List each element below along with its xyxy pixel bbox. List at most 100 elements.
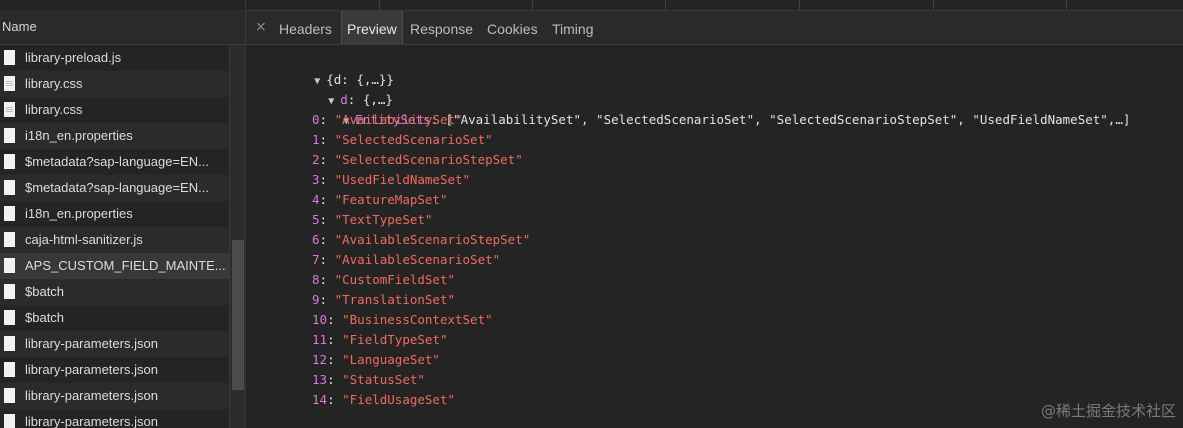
- request-name: library.css: [25, 102, 83, 117]
- entry-value: "SelectedScenarioSet": [334, 132, 493, 147]
- request-row[interactable]: $batch: [0, 305, 229, 331]
- tab-preview[interactable]: Preview: [341, 11, 403, 44]
- entitysets-summary: ["AvailabilitySet", "SelectedScenarioSet…: [445, 112, 1131, 127]
- entry-index: 0: [312, 112, 320, 127]
- entry-index: 7: [312, 252, 320, 267]
- request-row[interactable]: $metadata?sap-language=EN...: [0, 175, 229, 201]
- request-name: library-parameters.json: [25, 362, 158, 377]
- request-row[interactable]: library-preload.js: [0, 45, 229, 71]
- entry-index: 2: [312, 152, 320, 167]
- file-icon: [4, 258, 15, 273]
- entry-value: "SelectedScenarioStepSet": [334, 152, 523, 167]
- request-name: APS_CUSTOM_FIELD_MAINTE...: [25, 258, 225, 273]
- entry-index: 8: [312, 272, 320, 287]
- entry-index: 13: [312, 372, 328, 387]
- tab-response[interactable]: Response: [405, 11, 478, 44]
- detail-tabbar: × Headers Preview Response Cookies Timin…: [246, 11, 1183, 45]
- entry-value: "LanguageSet": [342, 352, 440, 367]
- request-row[interactable]: library-parameters.json: [0, 357, 229, 383]
- entry-value: "CustomFieldSet": [334, 272, 456, 287]
- request-name: library-parameters.json: [25, 414, 158, 428]
- file-icon: [4, 128, 15, 143]
- entitysets-entry[interactable]: 12: "LanguageSet": [312, 350, 440, 370]
- request-name: $batch: [25, 284, 65, 299]
- name-column-header[interactable]: Name: [0, 10, 245, 45]
- close-icon[interactable]: ×: [255, 19, 267, 35]
- tab-timing[interactable]: Timing: [547, 11, 599, 44]
- entry-value: "TextTypeSet": [334, 212, 433, 227]
- entitysets-entry[interactable]: 5: "TextTypeSet": [312, 210, 432, 230]
- css-file-icon: [4, 102, 15, 117]
- js-file-icon: [4, 50, 15, 65]
- file-icon: [4, 388, 15, 403]
- entry-index: 14: [312, 392, 328, 407]
- request-row[interactable]: i18n_en.properties: [0, 201, 229, 227]
- entitysets-entry[interactable]: 1: "SelectedScenarioSet": [312, 130, 493, 150]
- entry-value: "StatusSet": [342, 372, 425, 387]
- request-row[interactable]: $metadata?sap-language=EN...: [0, 149, 229, 175]
- entry-value: "FieldUsageSet": [342, 392, 456, 407]
- entry-index: 12: [312, 352, 328, 367]
- request-row[interactable]: library-parameters.json: [0, 383, 229, 409]
- entry-index: 6: [312, 232, 320, 247]
- entitysets-entry[interactable]: 3: "UsedFieldNameSet": [312, 170, 470, 190]
- entry-index: 10: [312, 312, 328, 327]
- scrollbar-thumb[interactable]: [232, 240, 244, 390]
- request-name: i18n_en.properties: [25, 128, 133, 143]
- request-name: caja-html-sanitizer.js: [25, 232, 143, 247]
- entitysets-entry[interactable]: 2: "SelectedScenarioStepSet": [312, 150, 523, 170]
- entitysets-entry[interactable]: 7: "AvailableScenarioSet": [312, 250, 500, 270]
- file-icon: [4, 310, 15, 325]
- file-icon: [4, 284, 15, 299]
- entitysets-entry[interactable]: 9: "TranslationSet": [312, 290, 455, 310]
- request-row[interactable]: library-parameters.json: [0, 409, 229, 428]
- entry-index: 9: [312, 292, 320, 307]
- request-row[interactable]: library.css: [0, 71, 229, 97]
- entry-value: "AvailableScenarioStepSet": [334, 232, 531, 247]
- entitysets-entry[interactable]: 8: "CustomFieldSet": [312, 270, 455, 290]
- request-name: library-parameters.json: [25, 336, 158, 351]
- entitysets-entry[interactable]: 4: "FeatureMapSet": [312, 190, 447, 210]
- entitysets-entry[interactable]: 14: "FieldUsageSet": [312, 390, 455, 410]
- request-list-scrollbar[interactable]: [229, 45, 245, 428]
- entry-value: "AvailabilitySet": [334, 112, 463, 127]
- name-column-label: Name: [2, 19, 37, 34]
- tab-cookies[interactable]: Cookies: [482, 11, 543, 44]
- request-list: library-preload.js library.css library.css…: [0, 45, 229, 428]
- request-name: library-preload.js: [25, 50, 122, 65]
- entry-index: 5: [312, 212, 320, 227]
- entitysets-entry[interactable]: 0: "AvailabilitySet": [312, 110, 463, 130]
- entry-value: "BusinessContextSet": [342, 312, 493, 327]
- request-detail-panel: × Headers Preview Response Cookies Timin…: [246, 11, 1183, 428]
- entitysets-entry[interactable]: 11: "FieldTypeSet": [312, 330, 447, 350]
- request-row[interactable]: i18n_en.properties: [0, 123, 229, 149]
- entitysets-entry[interactable]: 6: "AvailableScenarioStepSet": [312, 230, 530, 250]
- request-name: library.css: [25, 76, 83, 91]
- tab-headers[interactable]: Headers: [274, 11, 337, 44]
- request-row[interactable]: caja-html-sanitizer.js: [0, 227, 229, 253]
- css-file-icon: [4, 76, 15, 91]
- request-name: $metadata?sap-language=EN...: [25, 154, 209, 169]
- request-row[interactable]: $batch: [0, 279, 229, 305]
- entry-value: "FeatureMapSet": [334, 192, 448, 207]
- file-icon: [4, 154, 15, 169]
- request-row[interactable]: library-parameters.json: [0, 331, 229, 357]
- request-row[interactable]: APS_CUSTOM_FIELD_MAINTE...: [0, 253, 229, 279]
- request-list-panel: Name library-preload.js library.css librar…: [0, 0, 246, 428]
- request-name: $batch: [25, 310, 65, 325]
- request-row[interactable]: library.css: [0, 97, 229, 123]
- entry-value: "UsedFieldNameSet": [334, 172, 471, 187]
- request-name: $metadata?sap-language=EN...: [25, 180, 209, 195]
- entry-index: 4: [312, 192, 320, 207]
- file-icon: [4, 206, 15, 221]
- file-icon: [4, 180, 15, 195]
- watermark: @稀土掘金技术社区: [1040, 402, 1176, 420]
- entitysets-entry[interactable]: 10: "BusinessContextSet": [312, 310, 493, 330]
- file-icon: [4, 336, 15, 351]
- entry-index: 11: [312, 332, 328, 347]
- js-file-icon: [4, 232, 15, 247]
- request-name: i18n_en.properties: [25, 206, 133, 221]
- entitysets-entry[interactable]: 13: "StatusSet": [312, 370, 425, 390]
- entry-index: 1: [312, 132, 320, 147]
- entry-value: "FieldTypeSet": [342, 332, 448, 347]
